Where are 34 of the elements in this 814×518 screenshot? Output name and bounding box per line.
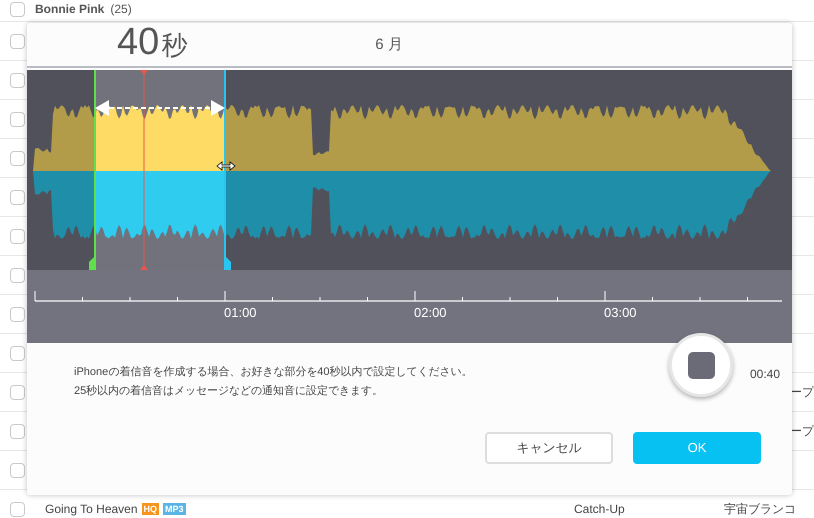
cancel-button[interactable]: キャンセル [485, 432, 613, 464]
format-badge: MP3 [163, 503, 186, 515]
duration-unit: 秒 [161, 29, 188, 62]
checkbox[interactable] [10, 384, 25, 400]
waveform-drawing[interactable] [27, 70, 792, 270]
checkbox[interactable] [10, 190, 25, 204]
checkbox[interactable] [10, 112, 25, 126]
instruction-text: 25秒以内の着信音はメッセージなどの通知音に設定できます。 [74, 384, 384, 399]
checkbox[interactable] [10, 150, 25, 166]
stop-icon [688, 352, 714, 378]
stop-button[interactable] [669, 333, 733, 397]
checkbox[interactable] [10, 462, 25, 478]
checkbox[interactable] [10, 34, 25, 48]
instruction-text: iPhoneの着信音を作成する場合、お好きな部分を40秒以内で設定してください。 [74, 364, 472, 380]
artist-text: 宇宙ブランコ [724, 501, 797, 518]
time-label: 03:00 [604, 304, 637, 322]
group-header: Bonnie Pink [35, 1, 104, 18]
duration-value: 40 [117, 23, 160, 64]
checkbox[interactable] [10, 268, 25, 282]
time-label: 02:00 [414, 304, 447, 322]
playback-time: 00:40 [750, 366, 780, 383]
checkbox[interactable] [10, 2, 25, 16]
song-title: Going To Heaven [45, 501, 138, 518]
checkbox[interactable] [10, 228, 25, 244]
checkbox[interactable] [10, 346, 25, 360]
checkbox[interactable] [10, 424, 25, 438]
time-label: 01:00 [224, 304, 257, 322]
checkbox[interactable] [10, 306, 25, 322]
group-count: (25) [110, 1, 132, 18]
format-badge: HQ [142, 503, 160, 515]
track-title: 6 月 [375, 34, 403, 54]
checkbox[interactable] [10, 72, 25, 88]
album-text: Catch-Up [574, 501, 626, 518]
checkbox[interactable] [10, 502, 25, 516]
